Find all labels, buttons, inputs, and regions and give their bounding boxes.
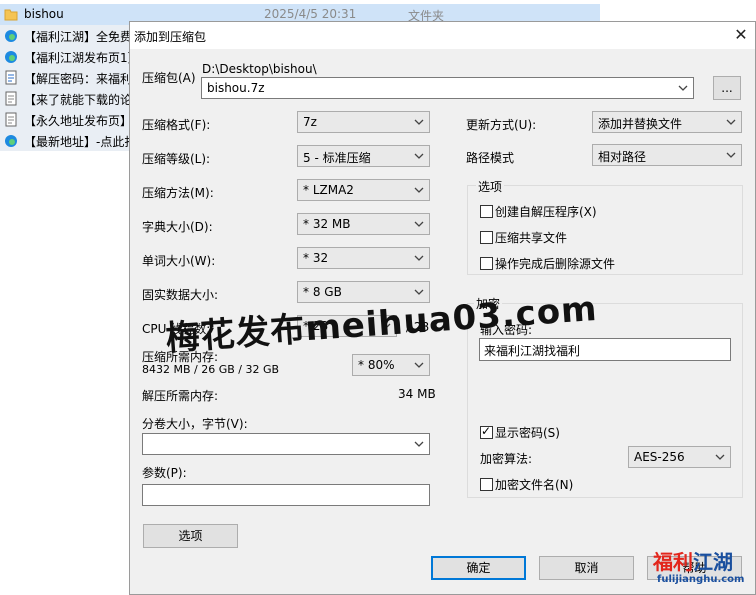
level-select[interactable]: 5 - 标准压缩 <box>297 145 430 167</box>
shared-checkbox[interactable] <box>480 231 493 244</box>
dict-label: 字典大小(D): <box>142 220 213 234</box>
word-label: 单词大小(W): <box>142 254 216 268</box>
password-input[interactable]: 来福利江湖找福利 <box>479 338 731 361</box>
logo-url: fulijianghu.com <box>657 574 745 585</box>
method-select[interactable]: * LZMA2 <box>297 179 430 201</box>
dialog-title: 添加到压缩包 <box>134 30 207 44</box>
ok-button[interactable]: 确定 <box>431 556 526 580</box>
logo-text-part1: 福利 <box>653 550 693 574</box>
params-label: 参数(P): <box>142 466 187 480</box>
browse-button[interactable]: ... <box>713 76 741 100</box>
cancel-button[interactable]: 取消 <box>539 556 634 580</box>
chevron-down-icon <box>414 187 424 193</box>
chevron-down-icon <box>414 119 424 125</box>
options-group-title: 选项 <box>476 178 505 195</box>
chevron-down-icon <box>414 153 424 159</box>
sfx-checkbox[interactable] <box>480 205 493 218</box>
edge-icon <box>5 30 17 42</box>
archive-label: 压缩包(A) <box>142 71 196 85</box>
chevron-down-icon <box>414 362 424 368</box>
edge-icon <box>5 51 17 63</box>
memory-detail: 8432 MB / 26 GB / 32 GB <box>142 363 280 376</box>
volume-label: 分卷大小，字节(V): <box>142 417 248 431</box>
file-name: 【福利江湖发布页1】 <box>24 51 140 65</box>
pathmode-select[interactable]: 相对路径 <box>592 144 742 166</box>
level-value: 5 - 标准压缩 <box>303 151 371 165</box>
chevron-down-icon <box>678 85 688 91</box>
enc-method-value: AES-256 <box>634 450 685 464</box>
options-button[interactable]: 选项 <box>143 524 238 548</box>
decompress-memory-value: 34 MB <box>398 387 436 401</box>
show-password-label: 显示密码(S) <box>495 426 560 440</box>
word-select[interactable]: * 32 <box>297 247 430 269</box>
volume-combo[interactable] <box>142 433 430 455</box>
enc-method-label: 加密算法: <box>480 452 533 466</box>
delete-source-label: 操作完成后删除源文件 <box>495 257 616 271</box>
archive-name-combo[interactable]: bishou.7z <box>201 77 694 99</box>
file-date: 2025/4/5 20:31 <box>264 7 357 21</box>
chevron-down-icon <box>726 119 736 125</box>
memory-select[interactable]: * 80% <box>352 354 430 376</box>
update-select[interactable]: 添加并替换文件 <box>592 111 742 133</box>
chevron-down-icon <box>715 454 725 460</box>
format-select[interactable]: 7z <box>297 111 430 133</box>
checkmark-icon: ✓ <box>481 424 492 438</box>
pathmode-label: 路径模式 <box>466 151 515 165</box>
update-value: 添加并替换文件 <box>598 117 683 131</box>
title-bar[interactable]: 添加到压缩包 ✕ <box>130 22 755 49</box>
pathmode-value: 相对路径 <box>598 150 647 164</box>
show-password-checkbox[interactable]: ✓ <box>480 424 493 439</box>
folder-icon <box>4 9 18 21</box>
format-label: 压缩格式(F): <box>142 118 211 132</box>
method-label: 压缩方法(M): <box>142 186 214 200</box>
update-label: 更新方式(U): <box>466 118 537 132</box>
chevron-down-icon <box>414 441 424 447</box>
password-value: 来福利江湖找福利 <box>484 344 581 358</box>
encrypt-names-checkbox[interactable] <box>480 478 493 491</box>
file-name: 【福利江湖】全免费 <box>24 30 133 44</box>
delete-source-checkbox[interactable] <box>480 257 493 270</box>
solid-label: 固实数据大小: <box>142 288 219 302</box>
dict-select[interactable]: * 32 MB <box>297 213 430 235</box>
archive-path: D:\Desktop\bishou\ <box>202 62 317 76</box>
params-input[interactable] <box>142 484 430 506</box>
archive-name-value: bishou.7z <box>207 81 265 95</box>
level-label: 压缩等级(L): <box>142 152 211 166</box>
memory-value: * 80% <box>358 358 395 372</box>
chevron-down-icon <box>414 221 424 227</box>
logo: 福利江湖 fulijianghu.com <box>651 546 749 590</box>
sfx-label: 创建自解压程序(X) <box>495 205 597 219</box>
edge-icon <box>5 135 17 147</box>
enc-method-select[interactable]: AES-256 <box>628 446 731 468</box>
encrypt-names-label: 加密文件名(N) <box>495 478 574 492</box>
text-file-icon <box>5 112 17 127</box>
text-file-icon <box>5 70 17 85</box>
chevron-down-icon <box>726 152 736 158</box>
text-file-icon <box>5 91 17 106</box>
solid-value: * 8 GB <box>303 285 342 299</box>
options-group: 选项 创建自解压程序(X) 压缩共享文件 操作完成后删除源文件 <box>467 178 743 275</box>
close-icon[interactable]: ✕ <box>730 25 752 45</box>
logo-text: 福利江湖 <box>653 546 733 575</box>
file-name: bishou <box>24 7 64 21</box>
file-name: 【最新地址】-点此打 <box>24 135 137 149</box>
file-name: 【永久地址发布页】 <box>24 114 133 128</box>
logo-text-part2: 江湖 <box>693 550 733 574</box>
word-value: * 32 <box>303 251 329 265</box>
decompress-memory-label: 解压所需内存: <box>142 389 219 403</box>
dict-value: * 32 MB <box>303 217 351 231</box>
file-name: 【解压密码：来福利 <box>24 72 133 86</box>
chevron-down-icon <box>414 255 424 261</box>
format-value: 7z <box>303 115 317 129</box>
shared-label: 压缩共享文件 <box>495 231 568 245</box>
method-value: * LZMA2 <box>303 183 354 197</box>
file-name: 【来了就能下载的论 <box>24 93 133 107</box>
